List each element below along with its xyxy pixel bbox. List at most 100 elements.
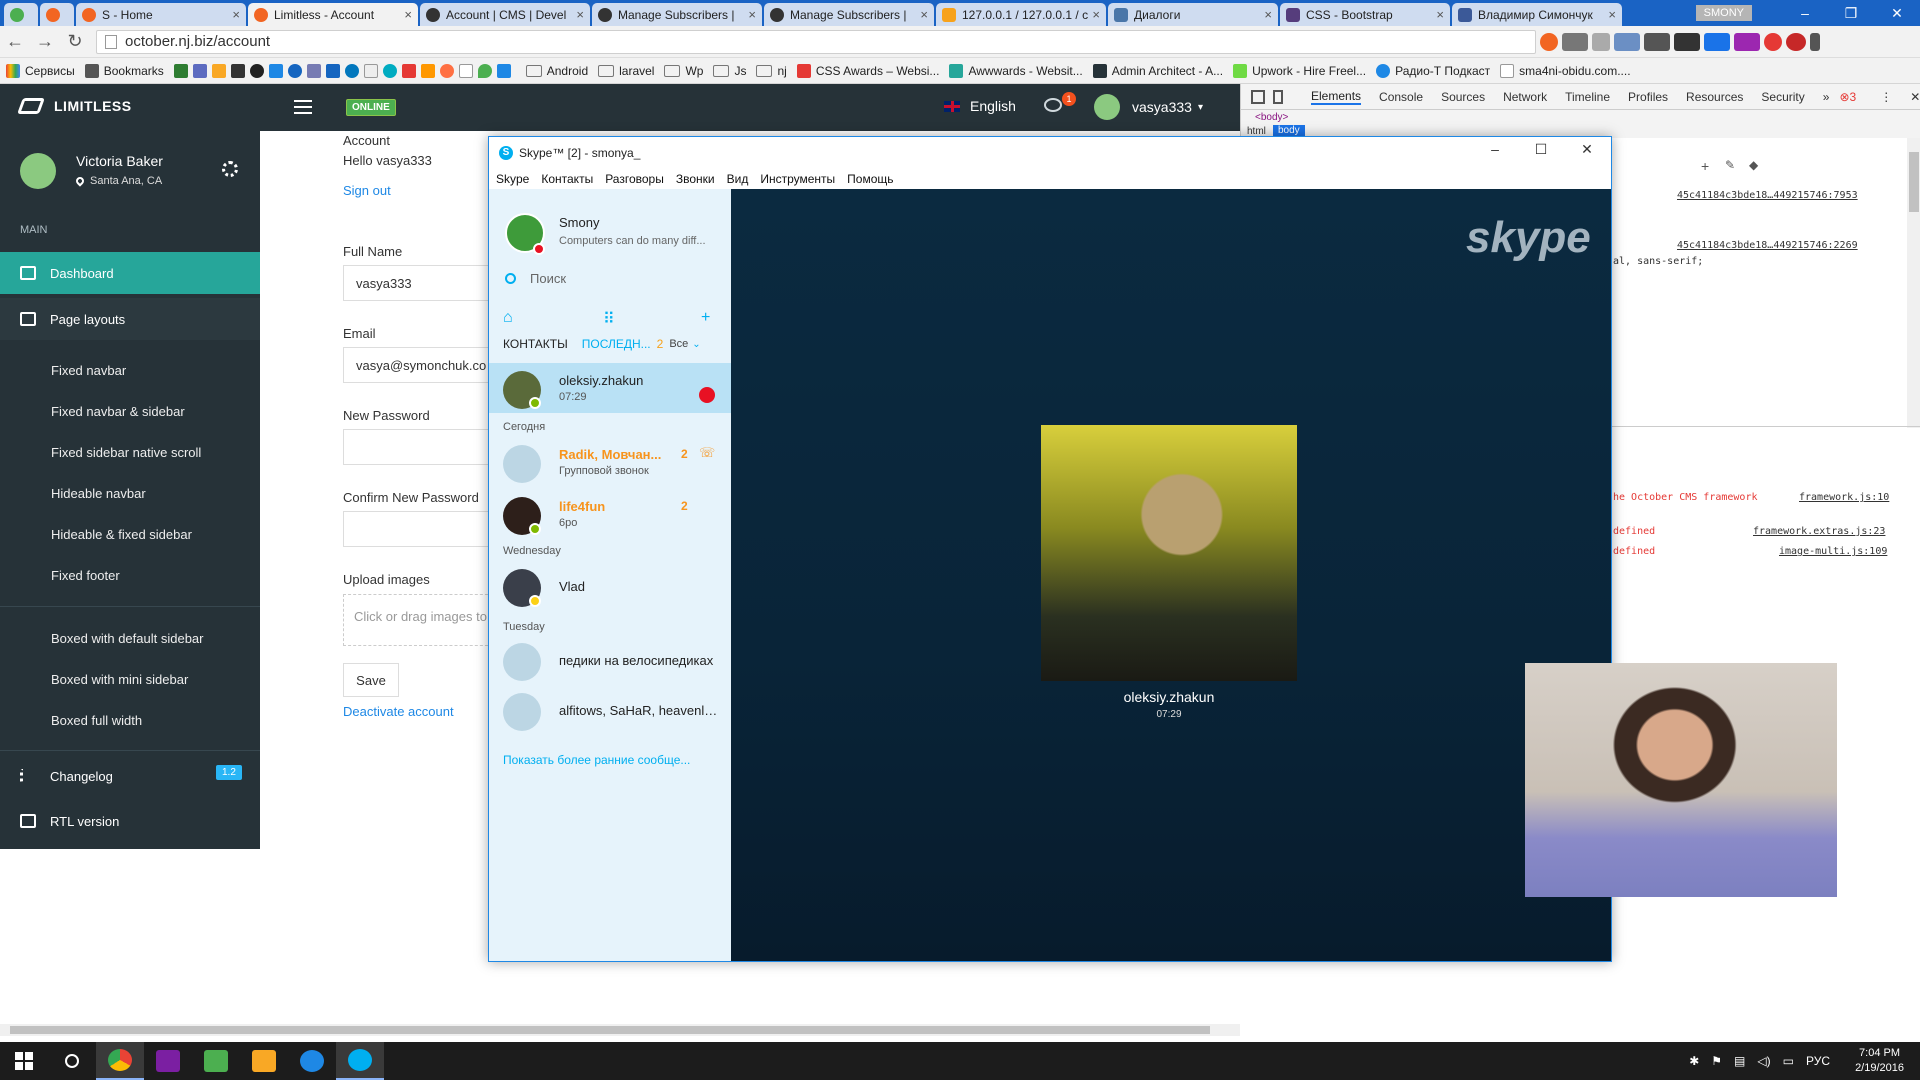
app-logo[interactable]: LIMITLESS [17,98,132,114]
bookmark-folder[interactable]: Wp [664,64,703,78]
gear-icon[interactable]: ✱ [1689,1054,1699,1068]
more-tabs-icon[interactable]: » [1823,90,1830,104]
menu-conversations[interactable]: Разговоры [605,172,664,186]
favicon-icon[interactable] [249,63,264,78]
tab-contacts[interactable]: КОНТАКТЫ [503,337,568,351]
bookmark-folder[interactable]: Android [525,64,588,78]
close-tab-icon[interactable]: × [920,7,928,22]
profile-chip[interactable]: SMONY [1695,5,1752,21]
extension-icon[interactable] [1540,32,1558,51]
contact-row[interactable]: Radik, Мовчан... Групповой звонок 2 ☏ [489,437,731,487]
contact-row[interactable]: Vlad [489,561,731,611]
menu-contacts[interactable]: Контакты [541,172,593,186]
taskbar-app[interactable] [240,1042,288,1080]
chat-bubble-icon[interactable] [1044,98,1062,112]
show-more-link[interactable]: Показать более ранние сообще... [503,753,690,767]
source-link[interactable]: 45c41184c3bde18…449215746:2269 [1677,240,1858,251]
extension-icon[interactable] [1674,32,1700,51]
mail-icon[interactable] [1644,32,1670,51]
bookmark-apps[interactable]: Сервисы [6,63,75,78]
error-counter[interactable]: ⊗3 [1839,90,1856,104]
avatar[interactable] [20,153,56,189]
kebab-menu-icon[interactable]: ⋮ [1880,90,1892,104]
action-center-icon[interactable]: ▭ [1783,1054,1794,1068]
browser-tab[interactable]: 127.0.0.1 / 127.0.0.1 / c × [936,3,1106,26]
browser-tab[interactable] [4,3,38,26]
close-tab-icon[interactable]: × [1436,7,1444,22]
browser-tab[interactable]: Владимир Симончук × [1452,3,1622,26]
tab-resources[interactable]: Resources [1686,90,1743,104]
favicon-icon[interactable] [211,63,226,78]
maximize-icon[interactable]: ☐ [1521,141,1561,165]
taskbar-app[interactable] [336,1042,384,1080]
menu-calls[interactable]: Звонки [676,172,715,186]
menu-icon[interactable] [1810,32,1820,51]
contact-row[interactable]: life4fun 6ро 2 [489,489,731,539]
restore-icon[interactable]: ❐ [1828,5,1874,22]
menu-view[interactable]: Вид [727,172,749,186]
sign-out-link[interactable]: Sign out [343,183,391,198]
sidebar-subitem[interactable]: Boxed with mini sidebar [51,672,188,687]
close-tab-icon[interactable]: × [1608,7,1616,22]
filter-dropdown[interactable]: Все [669,338,688,350]
favicon-icon[interactable] [268,63,283,78]
dialpad-icon[interactable]: ⠿ [603,309,615,329]
minimize-icon[interactable]: – [1475,141,1515,165]
contact-row[interactable]: педики на велосипедиках [489,635,731,685]
tab-timeline[interactable]: Timeline [1565,90,1610,104]
error-source-link[interactable]: framework.extras.js:23 [1753,526,1885,537]
browser-tab[interactable]: Manage Subscribers | × [764,3,934,26]
map-pin-icon[interactable] [477,63,492,78]
tab-recent[interactable]: ПОСЛЕДН... [582,337,651,351]
browser-tab[interactable] [40,3,74,26]
add-icon[interactable]: + [701,309,710,327]
active-call-row[interactable]: oleksiy.zhakun 07:29 [489,363,731,413]
taskbar-app[interactable] [288,1042,336,1080]
favicon-icon[interactable] [173,63,188,78]
browser-tab[interactable]: Manage Subscribers | × [592,3,762,26]
sidebar-item-rtl[interactable]: RTL version [0,800,260,842]
sidebar-subitem[interactable]: Fixed navbar & sidebar [51,404,185,419]
close-tab-icon[interactable]: × [576,7,584,22]
search-input[interactable]: Поиск [505,271,566,286]
tab-profiles[interactable]: Profiles [1628,90,1668,104]
input-language[interactable]: РУС [1806,1054,1830,1068]
bookmark-item[interactable]: Upwork - Hire Freel... [1233,63,1366,78]
full-name-field[interactable]: vasya333 [343,265,503,301]
bookmark-item[interactable]: sma4ni-obidu.com.... [1500,63,1631,78]
favicon-icon[interactable] [287,63,302,78]
start-button[interactable] [0,1042,48,1080]
browser-tab[interactable]: CSS - Bootstrap × [1280,3,1450,26]
save-button[interactable]: Save [343,663,399,697]
tab-elements[interactable]: Elements [1311,89,1362,105]
sidebar-item-dashboard[interactable]: Dashboard [0,252,260,294]
back-icon[interactable]: ← [0,31,30,52]
bookmark-item[interactable]: Admin Architect - A... [1092,63,1223,78]
close-tab-icon[interactable]: × [1092,7,1100,22]
bookmark-item[interactable]: Радио-Т Подкаст [1376,63,1490,78]
crumb-body[interactable]: body [1273,125,1305,136]
reload-icon[interactable]: ↻ [60,31,90,52]
user-menu[interactable]: vasya333 ▾ [1094,94,1203,120]
device-icon[interactable] [1273,89,1283,104]
bookmark-item[interactable]: Bookmarks [84,63,164,78]
sidebar-subitem[interactable]: Boxed with default sidebar [51,631,203,646]
tab-security[interactable]: Security [1761,90,1804,104]
favicon-icon[interactable] [420,63,435,78]
close-icon[interactable]: ✕ [1874,5,1920,22]
close-tab-icon[interactable]: × [748,7,756,22]
favicon-icon[interactable] [496,63,511,78]
sidebar-subitem[interactable]: Boxed full width [51,713,142,728]
horizontal-scrollbar[interactable] [0,1024,1240,1036]
color-format-icon[interactable]: ◆ [1749,158,1758,172]
dom-node[interactable]: <body> [1255,112,1288,123]
favicon-icon[interactable] [230,63,245,78]
sidebar-subitem[interactable]: Fixed footer [51,568,120,583]
scrollbar-thumb[interactable] [10,1026,1210,1034]
source-link[interactable]: 45c41184c3bde18…449215746:7953 [1677,190,1858,201]
chevron-down-icon[interactable]: ⌄ [692,339,700,350]
gear-icon[interactable] [222,161,238,177]
address-bar[interactable]: october.nj.biz/account [96,29,1536,54]
bookmark-item[interactable]: Awwwards - Websit... [949,63,1083,78]
mood-message[interactable]: Computers can do many diff... [559,235,719,247]
